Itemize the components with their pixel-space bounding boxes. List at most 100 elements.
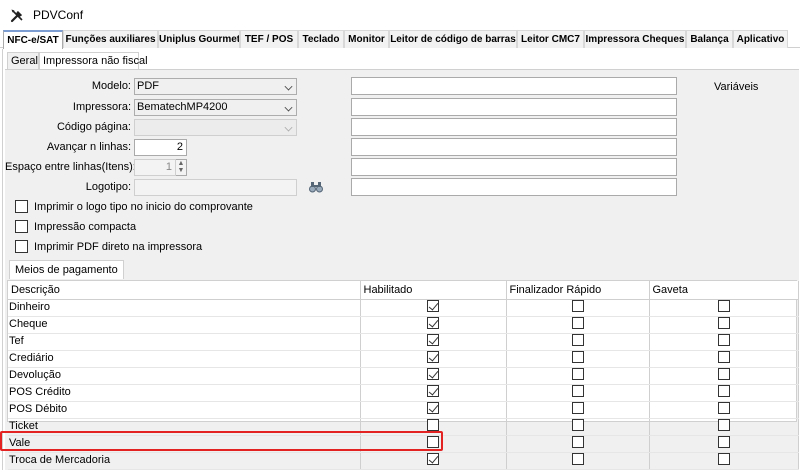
- chevron-down-icon: [284, 103, 293, 112]
- gaveta-checkbox[interactable]: [717, 384, 730, 397]
- gaveta-checkbox[interactable]: [717, 418, 730, 431]
- impressora-text-field[interactable]: [351, 98, 677, 116]
- table-row[interactable]: Troca de Mercadoria: [8, 452, 799, 470]
- habilitado-checkbox[interactable]: [427, 401, 439, 414]
- espaco-label: Espaço entre linhas(Itens):: [5, 161, 136, 173]
- habilitado-checkbox[interactable]: [427, 418, 439, 431]
- finalizador-checkbox[interactable]: [571, 367, 584, 380]
- habilitado-checkbox[interactable]: [427, 384, 439, 397]
- checkbox[interactable]: [15, 240, 28, 253]
- payment-habilitado-cell: [360, 299, 507, 317]
- payment-finalizador-cell: [506, 384, 650, 402]
- tab-aplicativo[interactable]: Aplicativo: [733, 30, 788, 48]
- payment-finalizador-cell: [506, 401, 650, 419]
- table-row[interactable]: Dinheiro: [8, 299, 799, 317]
- modelo-select[interactable]: PDF: [134, 78, 297, 95]
- payment-gaveta-cell: [649, 333, 799, 351]
- tab-monitor[interactable]: Monitor: [344, 30, 389, 48]
- habilitado-checkbox[interactable]: [427, 299, 439, 312]
- title-bar: PDVConf: [0, 0, 800, 30]
- impressora-select[interactable]: BematechMP4200: [134, 99, 297, 116]
- finalizador-checkbox[interactable]: [571, 384, 584, 397]
- tab-leitor-codigo-barras[interactable]: Leitor de código de barras: [389, 30, 517, 48]
- finalizador-checkbox[interactable]: [571, 316, 584, 329]
- tools-icon: [9, 7, 25, 23]
- payments-table: Descrição Habilitado Finalizador Rápido …: [8, 281, 799, 470]
- modelo-text-field[interactable]: [351, 77, 677, 95]
- tab-tef-pos[interactable]: TEF / POS: [240, 30, 298, 48]
- col-habilitado[interactable]: Habilitado: [360, 281, 507, 300]
- option-logo-inicio[interactable]: Imprimir o logo tipo no inicio do compro…: [15, 200, 253, 213]
- tab-funcoes-auxiliares[interactable]: Funções auxiliares: [63, 30, 158, 48]
- stepper-down-icon[interactable]: ▼: [176, 167, 186, 174]
- finalizador-checkbox[interactable]: [571, 452, 584, 465]
- payment-finalizador-cell: [506, 350, 650, 368]
- finalizador-checkbox[interactable]: [571, 418, 584, 431]
- espaco-stepper[interactable]: ▲ ▼: [176, 159, 187, 176]
- finalizador-checkbox[interactable]: [571, 401, 584, 414]
- table-row[interactable]: Tef: [8, 333, 799, 351]
- table-row[interactable]: Devolução: [8, 367, 799, 385]
- habilitado-checkbox[interactable]: [427, 333, 439, 346]
- codigo-pagina-text-field[interactable]: [351, 118, 677, 136]
- option-pdf-direto[interactable]: Imprimir PDF direto na impressora: [15, 240, 202, 253]
- table-row[interactable]: Vale: [8, 435, 799, 453]
- gaveta-checkbox[interactable]: [717, 316, 730, 329]
- tab-meios-pagamento[interactable]: Meios de pagamento: [9, 260, 124, 279]
- tab-teclado[interactable]: Teclado: [298, 30, 344, 48]
- gaveta-checkbox[interactable]: [717, 350, 730, 363]
- gaveta-checkbox[interactable]: [717, 435, 730, 448]
- gaveta-checkbox[interactable]: [717, 367, 730, 380]
- habilitado-checkbox[interactable]: [427, 435, 439, 448]
- habilitado-checkbox[interactable]: [427, 316, 439, 329]
- gaveta-checkbox[interactable]: [717, 401, 730, 414]
- habilitado-checkbox[interactable]: [427, 452, 439, 465]
- finalizador-checkbox[interactable]: [571, 299, 584, 312]
- stepper-up-icon[interactable]: ▲: [176, 160, 186, 167]
- binoculars-icon[interactable]: [309, 180, 323, 197]
- payment-gaveta-cell: [649, 367, 799, 385]
- habilitado-checkbox[interactable]: [427, 367, 439, 380]
- codigo-pagina-select[interactable]: [134, 119, 297, 136]
- payment-gaveta-cell: [649, 452, 799, 470]
- tab-nfce-sat[interactable]: NFC-e/SAT: [3, 30, 63, 49]
- table-row[interactable]: Cheque: [8, 316, 799, 334]
- table-row[interactable]: POS Crédito: [8, 384, 799, 402]
- payment-gaveta-cell: [649, 384, 799, 402]
- col-descricao[interactable]: Descrição: [8, 281, 361, 300]
- payment-habilitado-cell: [360, 435, 507, 453]
- tab-impressora-cheques[interactable]: Impressora Cheques: [584, 30, 686, 48]
- avancar-text-field[interactable]: [351, 138, 677, 156]
- col-gaveta[interactable]: Gaveta: [649, 281, 799, 300]
- tab-leitor-cmc7[interactable]: Leitor CMC7: [517, 30, 584, 48]
- table-row[interactable]: Ticket: [8, 418, 799, 436]
- logotipo-input[interactable]: [134, 179, 297, 196]
- gaveta-checkbox[interactable]: [717, 452, 730, 465]
- checkbox[interactable]: [15, 220, 28, 233]
- impressora-value: BematechMP4200: [137, 101, 228, 113]
- finalizador-checkbox[interactable]: [571, 435, 584, 448]
- tab-balanca[interactable]: Balança: [686, 30, 733, 48]
- subtab-impressora-nao-fiscal[interactable]: Impressora não fiscal: [39, 52, 148, 70]
- gaveta-checkbox[interactable]: [717, 333, 730, 346]
- payment-gaveta-cell: [649, 299, 799, 317]
- espaco-text-field[interactable]: [351, 158, 677, 176]
- option-impressao-compacta[interactable]: Impressão compacta: [15, 220, 136, 233]
- tab-uniplus-gourmet[interactable]: Uniplus Gourmet: [158, 30, 240, 48]
- habilitado-checkbox[interactable]: [427, 350, 439, 363]
- payment-descricao: Vale: [8, 435, 361, 453]
- codigo-pagina-label: Código página:: [56, 121, 131, 133]
- payment-descricao: Ticket: [8, 418, 361, 436]
- finalizador-checkbox[interactable]: [571, 350, 584, 363]
- col-finalizador[interactable]: Finalizador Rápido: [506, 281, 650, 300]
- payment-habilitado-cell: [360, 418, 507, 436]
- finalizador-checkbox[interactable]: [571, 333, 584, 346]
- avancar-input[interactable]: 2: [134, 139, 187, 156]
- espaco-input[interactable]: 1: [134, 159, 176, 176]
- table-row[interactable]: POS Débito: [8, 401, 799, 419]
- checkbox[interactable]: [15, 200, 28, 213]
- table-row[interactable]: Crediário: [8, 350, 799, 368]
- gaveta-checkbox[interactable]: [717, 299, 730, 312]
- logotipo-text-field[interactable]: [351, 178, 677, 196]
- subtab-geral[interactable]: Geral: [7, 52, 39, 69]
